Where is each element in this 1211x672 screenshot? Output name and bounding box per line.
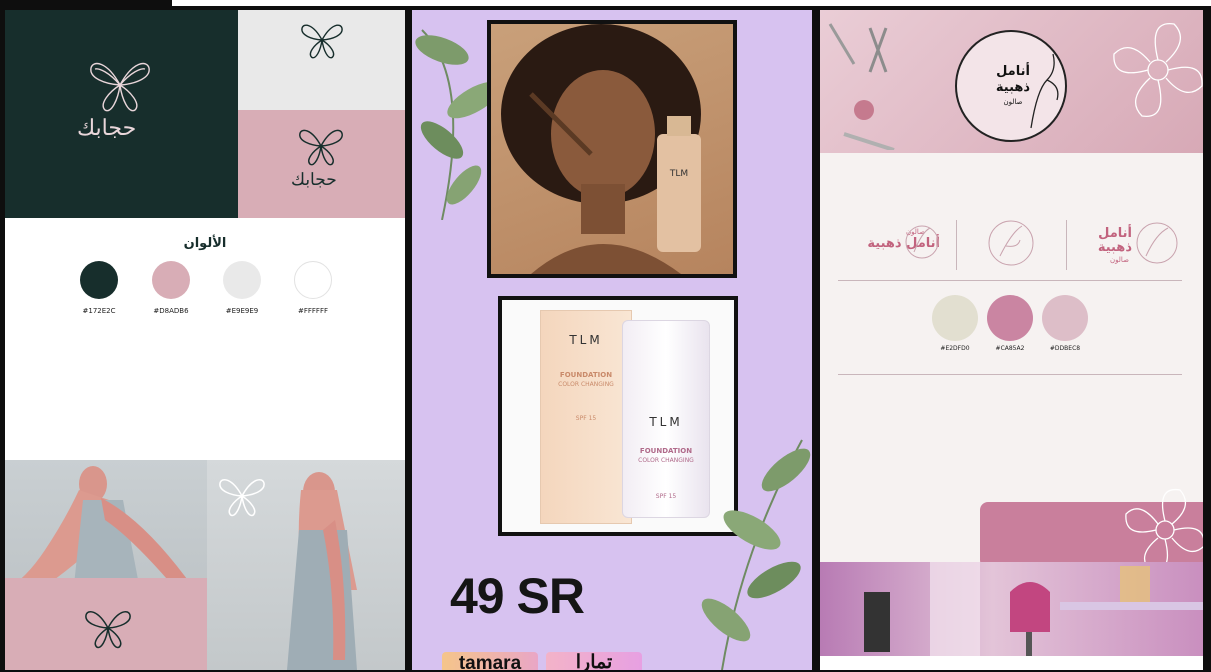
logo-pink-tile: حجابك xyxy=(238,110,405,218)
color-code: #172E2C xyxy=(82,307,116,315)
logo-variant-line1: أنامل xyxy=(1098,226,1132,241)
top-strip xyxy=(172,0,1211,6)
salon-bottom-strip xyxy=(820,656,1203,670)
bottle-brand: TLM xyxy=(649,415,683,429)
hand-leaf-icon xyxy=(1030,53,1059,129)
flower-outline-icon xyxy=(1113,23,1203,117)
color-swatch xyxy=(932,295,978,341)
product-box: TLM FOUNDATION COLOR CHANGING SPF 15 xyxy=(540,310,632,524)
colors-heading: الألوان xyxy=(183,236,227,251)
price-label: 49 SR xyxy=(450,568,585,624)
foundation-ad-board: TLM TLM FOUNDATION COLOR CHANGING SPF 15… xyxy=(412,10,812,670)
flower-outline-icon xyxy=(1136,222,1178,264)
bottle-brand: TLM xyxy=(669,169,688,179)
salon-logo: أنامل ذهبية صالون xyxy=(955,30,1067,142)
box-line1: FOUNDATION xyxy=(559,371,613,379)
color-swatch xyxy=(223,261,261,299)
divider xyxy=(838,280,1182,281)
divider xyxy=(1066,220,1067,270)
box-line2: COLOR CHANGING xyxy=(558,381,614,388)
butterfly-icon xyxy=(85,610,131,649)
model-photo: TLM xyxy=(487,20,737,278)
salon-interior-illustration xyxy=(864,562,1203,656)
tamara-badge: tamara xyxy=(442,652,538,670)
butterfly-icon xyxy=(301,24,343,59)
hijab-pink-tile xyxy=(5,578,207,670)
color-swatch xyxy=(987,295,1033,341)
flower-outline-icon xyxy=(988,220,1034,266)
color-code: #E2DFD0 xyxy=(940,345,970,352)
color-swatch xyxy=(80,261,118,299)
divider xyxy=(956,220,957,270)
box-brand: TLM xyxy=(569,333,603,347)
foundation-bottle-icon xyxy=(657,134,701,252)
logo-grey-tile xyxy=(238,10,405,110)
model-illustration: TLM xyxy=(501,24,701,274)
salon-header-photo: أنامل ذهبية صالون xyxy=(820,10,1203,153)
butterfly-icon xyxy=(90,62,150,112)
flower-outline-icon xyxy=(905,225,939,259)
hijab-photo-right xyxy=(207,460,405,670)
logo-wordmark: حجابك xyxy=(77,116,137,141)
color-code: #E9E9E9 xyxy=(225,307,259,315)
salon-interior-photo xyxy=(820,562,1203,656)
hijab-figure xyxy=(287,472,357,670)
color-swatch xyxy=(1042,295,1088,341)
salon-brand-board: أنامل ذهبية صالون أنامل ذهبية صالون أنام… xyxy=(820,10,1203,670)
color-code: #D8ADB6 xyxy=(153,307,189,315)
logo-wordmark: حجابك xyxy=(291,170,337,190)
color-swatch xyxy=(294,261,332,299)
logo-variant-small: صالون xyxy=(1110,256,1129,264)
color-code: #DDBEC8 xyxy=(1049,345,1081,352)
logo-dark-tile: حجابك xyxy=(5,10,238,218)
tamara-arabic-badge: تمارا xyxy=(546,652,642,670)
color-code: #FFFFFF xyxy=(297,307,329,315)
manicure-tools-icon xyxy=(828,23,895,150)
box-spf: SPF 15 xyxy=(575,415,597,422)
divider xyxy=(838,374,1182,375)
hijabak-brand-board: حجابك حجابك الألوان #172E2C #D8ADB6 #E9E… xyxy=(5,10,405,670)
leaf-decoration-icon xyxy=(701,439,811,670)
color-swatch xyxy=(152,261,190,299)
color-code: #CA85A2 xyxy=(995,345,1025,352)
butterfly-icon xyxy=(299,129,343,166)
logo-variant-line2: ذهبية xyxy=(1097,240,1132,255)
